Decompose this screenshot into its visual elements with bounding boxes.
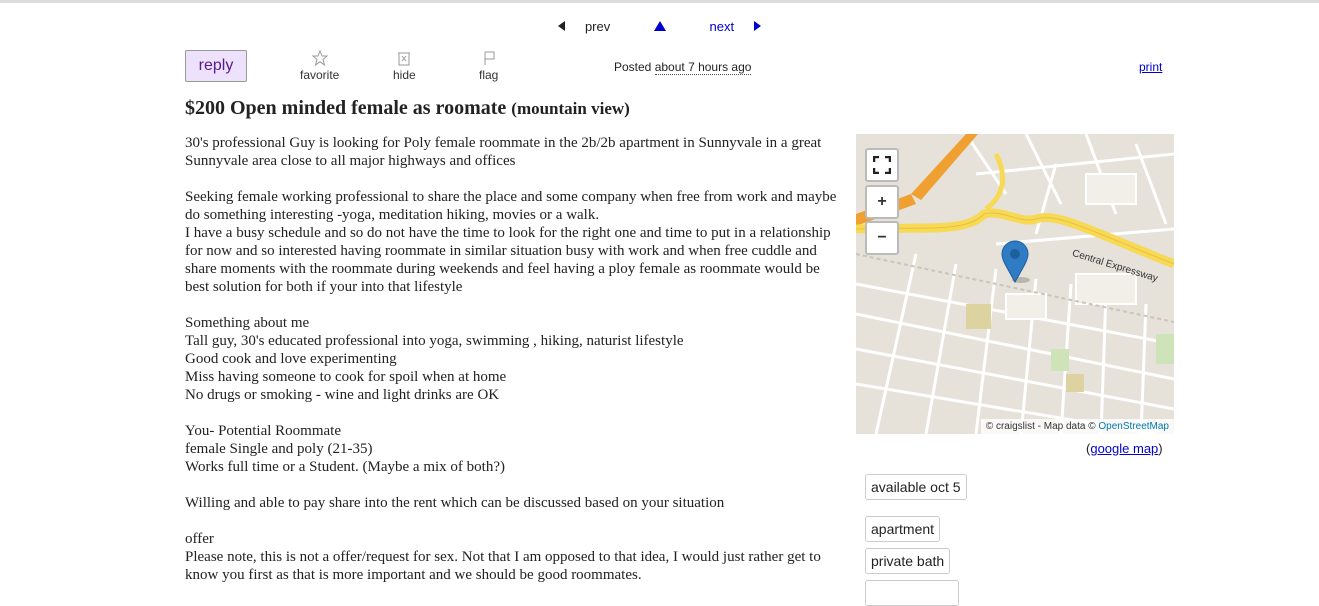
map[interactable]: Central Expressway + − © craigslist - Ma… xyxy=(856,134,1174,434)
favorite-button[interactable]: favorite xyxy=(300,50,339,82)
neighborhood: (mountain view) xyxy=(511,99,630,118)
title-text: Open minded female as roomate xyxy=(230,97,507,119)
posted-date: Posted about 7 hours ago xyxy=(614,60,752,75)
google-map-link-wrapper: (google map) xyxy=(1086,441,1163,456)
attr-more xyxy=(865,580,959,606)
hide-button[interactable]: hide xyxy=(393,50,416,82)
attr-bath: private bath xyxy=(865,548,951,574)
fullscreen-icon xyxy=(873,156,891,174)
map-tiles xyxy=(856,134,1174,434)
print-link[interactable]: print xyxy=(1139,60,1162,74)
up-link[interactable] xyxy=(644,19,676,34)
body-paragraph: Tall guy, 30's educated professional int… xyxy=(185,333,684,349)
attr-housing-type: apartment xyxy=(865,516,941,542)
trash-icon xyxy=(398,52,411,66)
body-paragraph: No drugs or smoking - wine and light dri… xyxy=(185,387,500,403)
posting-body: 30's professional Guy is looking for Pol… xyxy=(185,134,845,584)
post-navigation: prev next xyxy=(0,19,1319,34)
zoom-out-button[interactable]: − xyxy=(865,221,899,255)
body-paragraph: Please note, this is not a offer/request… xyxy=(185,549,821,583)
body-paragraph: Something about me xyxy=(185,315,310,331)
price: $200 xyxy=(185,97,225,119)
body-paragraph: 30's professional Guy is looking for Pol… xyxy=(185,135,822,169)
openstreetmap-link[interactable]: OpenStreetMap xyxy=(1098,421,1169,432)
prev-arrow-icon xyxy=(557,21,565,31)
body-paragraph: female Single and poly (21-35) xyxy=(185,441,373,457)
posting-title: $200 Open minded female as roomate (moun… xyxy=(185,97,630,120)
flag-button[interactable]: flag xyxy=(479,50,498,82)
body-paragraph: Good cook and love experimenting xyxy=(185,351,397,367)
body-paragraph: offer xyxy=(185,531,214,547)
attr-availability: available oct 5 xyxy=(865,474,967,500)
posted-time: about 7 hours ago xyxy=(654,60,752,75)
body-paragraph: Seeking female working professional to s… xyxy=(185,189,837,223)
reply-button[interactable]: reply xyxy=(185,50,247,82)
top-divider xyxy=(0,0,1319,3)
star-icon xyxy=(311,50,328,66)
zoom-in-button[interactable]: + xyxy=(865,185,899,219)
google-map-link[interactable]: google map xyxy=(1090,441,1158,456)
body-paragraph: Willing and able to pay share into the r… xyxy=(185,495,725,511)
body-paragraph: Miss having someone to cook for spoil wh… xyxy=(185,369,507,385)
next-arrow-icon xyxy=(754,21,762,31)
flag-label: flag xyxy=(479,68,499,82)
favorite-label: favorite xyxy=(300,68,340,82)
fullscreen-button[interactable] xyxy=(865,148,899,182)
map-attribution: © craigslist - Map data © OpenStreetMap xyxy=(980,419,1174,434)
body-paragraph: I have a busy schedule and so do not hav… xyxy=(185,225,831,295)
body-paragraph: Works full time or a Student. (Maybe a m… xyxy=(185,459,505,475)
flag-icon xyxy=(484,51,495,65)
prev-link[interactable]: prev xyxy=(548,19,620,34)
up-arrow-icon xyxy=(653,21,666,31)
body-paragraph: You- Potential Roommate xyxy=(185,423,341,439)
next-link[interactable]: next xyxy=(699,19,771,34)
hide-label: hide xyxy=(393,68,416,82)
